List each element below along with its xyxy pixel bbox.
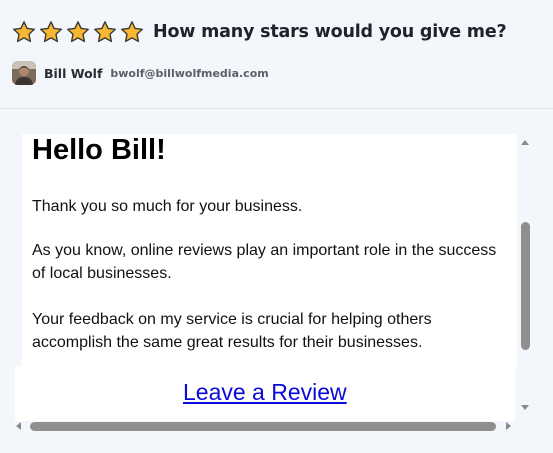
horizontal-scrollbar-thumb[interactable] (30, 422, 496, 431)
email-header: How many stars would you give me? Bill W… (0, 0, 553, 109)
body-paragraph: As you know, online reviews play an impo… (32, 242, 497, 282)
cta-area: Leave a Review (15, 366, 515, 421)
star-icon (39, 20, 63, 44)
body-paragraph: Thank you so much for your business. (32, 198, 303, 215)
star-icon (66, 20, 90, 44)
vertical-scrollbar-thumb[interactable] (521, 222, 530, 350)
scroll-right-arrow-icon[interactable] (503, 420, 513, 432)
subject-row: How many stars would you give me? (12, 19, 507, 45)
greeting-heading: Hello Bill! (32, 134, 166, 166)
leave-review-link[interactable]: Leave a Review (183, 379, 347, 406)
scroll-down-arrow-icon[interactable] (519, 403, 531, 413)
star-icon (12, 20, 36, 44)
email-body: Hello Bill! Thank you so much for your b… (22, 134, 517, 367)
star-icon (93, 20, 117, 44)
sender-name: Bill Wolf (44, 65, 103, 81)
avatar[interactable] (12, 61, 36, 85)
email-subject: How many stars would you give me? (153, 22, 507, 42)
scroll-left-arrow-icon[interactable] (14, 420, 24, 432)
star-icon (120, 20, 144, 44)
star-rating (12, 20, 147, 44)
sender-row: Bill Wolf bwolf@billwolfmedia.com (12, 61, 269, 85)
body-paragraph: Your feedback on my service is crucial f… (32, 311, 432, 351)
scroll-up-arrow-icon[interactable] (519, 137, 531, 147)
sender-email: bwolf@billwolfmedia.com (110, 66, 269, 80)
